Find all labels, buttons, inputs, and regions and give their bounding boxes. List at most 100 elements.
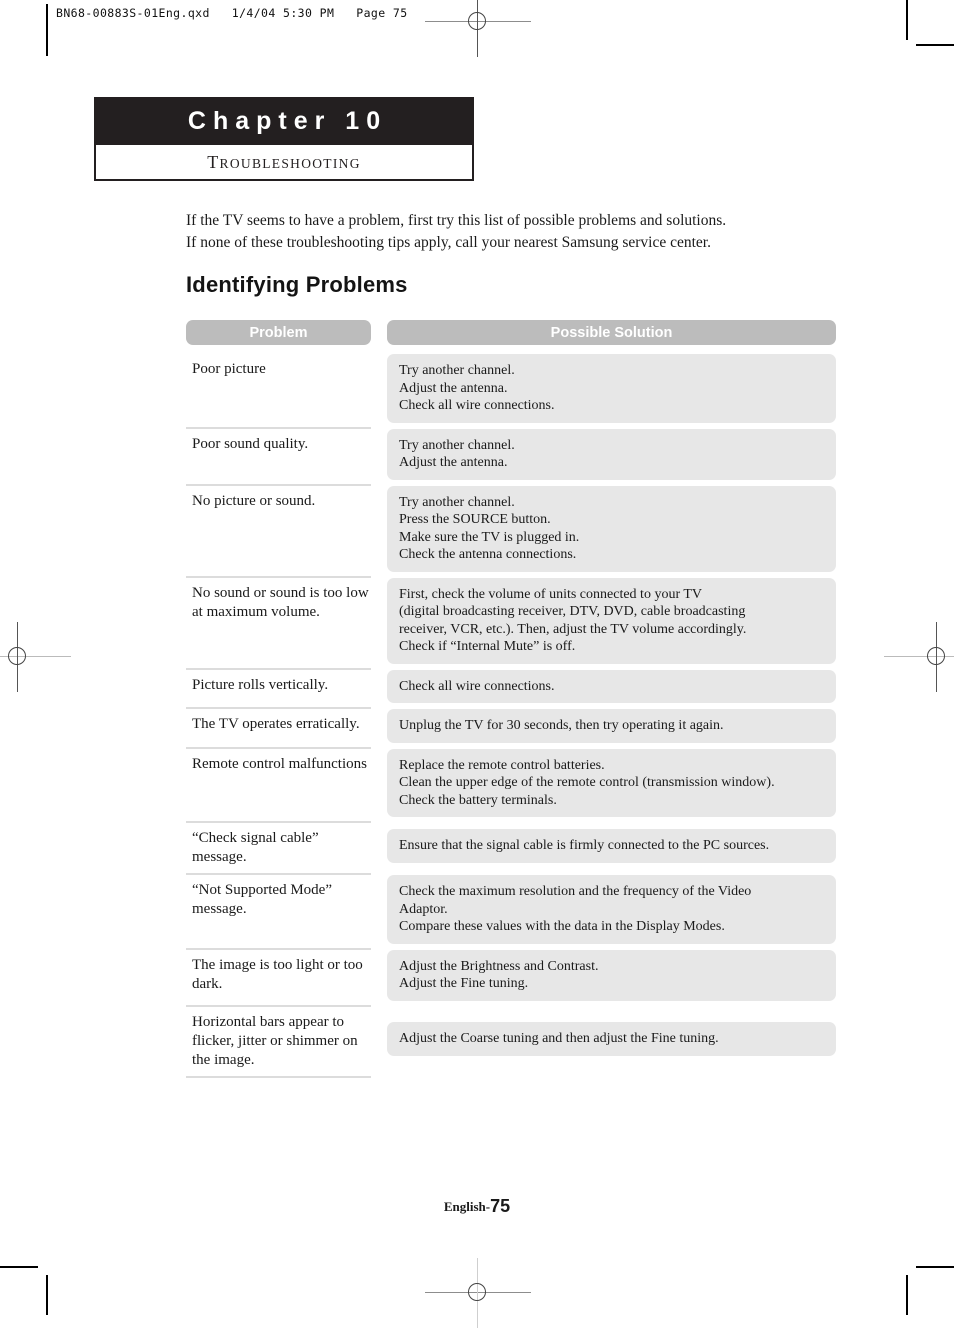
problem-cell: Remote control malfunctions xyxy=(186,749,371,823)
chapter-title-bar: Chapter 10 xyxy=(94,97,474,145)
solution-cell-wrapper: Adjust the Brightness and Contrast. Adjus… xyxy=(387,949,836,1007)
column-header-solution: Possible Solution xyxy=(387,320,836,345)
solution-line: Adjust the Coarse tuning and then adjust… xyxy=(399,1031,719,1047)
solution-line: Check all wire connections. xyxy=(399,678,555,694)
solution-cell-wrapper: Check all wire connections. xyxy=(387,669,836,710)
column-header-problem: Problem xyxy=(186,320,371,345)
intro-paragraph: If the TV seems to have a problem, first… xyxy=(186,210,826,254)
solution-cell-wrapper: Try another channel. Press the SOURCE but… xyxy=(387,485,836,578)
crop-rule-bottom-left xyxy=(46,1275,48,1315)
intro-line-1: If the TV seems to have a problem, first… xyxy=(186,212,727,229)
solution-line: Make sure the TV is plugged in. xyxy=(399,529,580,545)
solution-cell-wrapper: Try another channel. Adjust the antenna. xyxy=(387,428,836,486)
problem-cell: Horizontal bars appear to flicker, jitte… xyxy=(186,1007,371,1078)
solution-cell-wrapper: Check the maximum resolution and the fre… xyxy=(387,875,836,950)
table-row: Picture rolls vertically. Check all wire … xyxy=(186,669,836,710)
solution-cell: Adjust the Brightness and Contrast. Adjus… xyxy=(387,949,836,1001)
solution-cell-wrapper: Adjust the Coarse tuning and then adjust… xyxy=(387,1007,836,1078)
solution-cell-wrapper: Ensure that the signal cable is firmly c… xyxy=(387,823,836,875)
table-row: Poor sound quality. Try another channel. A… xyxy=(186,428,836,486)
solution-line: Unplug the TV for 30 seconds, then try o… xyxy=(399,718,724,733)
table-body: Poor picture Try another channel. Adjust t… xyxy=(186,354,836,1078)
solution-cell: First, check the volume of units connect… xyxy=(387,577,836,664)
solution-line: Adjust the Brightness and Contrast. xyxy=(399,958,599,974)
solution-line: Replace the remote control batteries. xyxy=(399,757,605,773)
page-title: Identifying Problems xyxy=(186,272,408,297)
crop-rule-bottom-left-horizontal xyxy=(0,1266,38,1268)
solution-cell: Try another channel. Adjust the antenna. C… xyxy=(387,354,836,423)
solution-cell-wrapper: Try another channel. Adjust the antenna. C… xyxy=(387,354,836,429)
crop-rule-top-right-horizontal xyxy=(916,44,954,46)
registration-mark-left xyxy=(0,622,71,692)
solution-cell-wrapper: Replace the remote control batteries. Cle… xyxy=(387,748,836,824)
footer-page-number: 75 xyxy=(490,1196,511,1216)
problem-cell: The image is too light or too dark. xyxy=(186,950,371,1007)
crop-rule-top-left xyxy=(46,4,48,56)
solution-cell: Try another channel. Press the SOURCE but… xyxy=(387,485,836,572)
solution-cell-wrapper: Unplug the TV for 30 seconds, then try o… xyxy=(387,709,836,749)
registration-mark-top xyxy=(425,0,531,57)
problem-cell: Picture rolls vertically. xyxy=(186,670,371,709)
registration-mark-bottom xyxy=(425,1258,531,1328)
solution-cell: Unplug the TV for 30 seconds, then try o… xyxy=(387,709,836,743)
chapter-subtitle-bar: TROUBLESHOOTING xyxy=(94,145,474,181)
chapter-subtitle: TROUBLESHOOTING xyxy=(207,152,361,173)
problem-cell: No sound or sound is too low at maximum … xyxy=(186,578,371,670)
table-row: “Not Supported Mode” message. Check the m… xyxy=(186,875,836,950)
table-row: Horizontal bars appear to flicker, jitte… xyxy=(186,1007,836,1078)
solution-line: Adjust the antenna. xyxy=(399,380,508,396)
solution-line: Check the antenna connections. xyxy=(399,547,577,562)
solution-line: Adjust the Fine tuning. xyxy=(399,976,529,991)
solution-line: Compare these values with the data in th… xyxy=(399,919,725,934)
solution-line: Press the SOURCE button. xyxy=(399,512,551,527)
table-row: The TV operates erratically. Unplug the T… xyxy=(186,709,836,749)
solution-cell: Check the maximum resolution and the fre… xyxy=(387,875,836,944)
solution-cell: Check all wire connections. xyxy=(387,669,836,703)
solution-line: Adjust the antenna. xyxy=(399,455,508,470)
solution-line: First, check the volume of units connect… xyxy=(399,586,703,602)
solution-line: Clean the upper edge of the remote contr… xyxy=(399,775,775,790)
table-row: No sound or sound is too low at maximum … xyxy=(186,577,836,670)
table-row: Remote control malfunctions Replace the r… xyxy=(186,748,836,824)
solution-line: Try another channel. xyxy=(399,437,515,453)
chapter-subtitle-rest: ROUBLESHOOTING xyxy=(219,155,361,171)
problem-cell: Poor picture xyxy=(186,354,371,429)
solution-line: Check all wire connections. xyxy=(399,398,555,413)
chapter-banner: Chapter 10 TROUBLESHOOTING xyxy=(94,97,474,181)
table-row: The image is too light or too dark. Adjus… xyxy=(186,949,836,1007)
solution-line: Try another channel. xyxy=(399,494,515,510)
solution-line: Check the maximum resolution and the fre… xyxy=(399,884,752,899)
table-row: “Check signal cable” message. Ensure that… xyxy=(186,823,836,875)
table-row: No picture or sound. Try another channel.… xyxy=(186,485,836,578)
problem-cell: No picture or sound. xyxy=(186,486,371,578)
footer-language: English- xyxy=(443,1199,491,1214)
solution-cell: Ensure that the signal cable is firmly c… xyxy=(387,829,836,863)
crop-rule-bottom-right-horizontal xyxy=(916,1266,954,1268)
solution-line: Adaptor. xyxy=(399,901,448,917)
solution-line: Check the battery terminals. xyxy=(399,792,557,808)
solution-cell-wrapper: First, check the volume of units connect… xyxy=(387,577,836,670)
chapter-title: Chapter 10 xyxy=(187,106,388,135)
chapter-subtitle-initial: T xyxy=(207,151,220,172)
page-footer: English-75 xyxy=(0,1196,954,1217)
problem-cell: “Not Supported Mode” message. xyxy=(186,875,371,950)
solution-line: receiver, VCR, etc.). Then, adjust the T… xyxy=(399,621,747,637)
problem-cell: Poor sound quality. xyxy=(186,429,371,486)
intro-line-2: If none of these troubleshooting tips ap… xyxy=(186,234,711,251)
solution-cell: Replace the remote control batteries. Cle… xyxy=(387,748,836,817)
solution-line: Check if “Internal Mute” is off. xyxy=(399,639,576,654)
print-header-text: BN68-00883S-01Eng.qxd 1/4/04 5:30 PM Pag… xyxy=(56,6,408,20)
crop-rule-bottom-right xyxy=(906,1275,908,1315)
solution-line: Try another channel. xyxy=(399,363,515,378)
solution-cell: Try another channel. Adjust the antenna. xyxy=(387,428,836,480)
document-page: BN68-00883S-01Eng.qxd 1/4/04 5:30 PM Pag… xyxy=(0,0,954,1328)
table-row: Poor picture Try another channel. Adjust t… xyxy=(186,354,836,429)
troubleshooting-table: Problem Possible Solution Poor picture Tr… xyxy=(186,320,836,1078)
problem-cell: The TV operates erratically. xyxy=(186,709,371,749)
solution-line: Ensure that the signal cable is firmly c… xyxy=(399,838,770,854)
solution-line: (digital broadcasting receiver, DTV, DVD… xyxy=(399,604,746,619)
problem-cell: “Check signal cable” message. xyxy=(186,823,371,875)
table-header-row: Problem Possible Solution xyxy=(186,320,836,345)
crop-rule-top-right xyxy=(906,0,908,40)
solution-cell: Adjust the Coarse tuning and then adjust… xyxy=(387,1022,836,1056)
